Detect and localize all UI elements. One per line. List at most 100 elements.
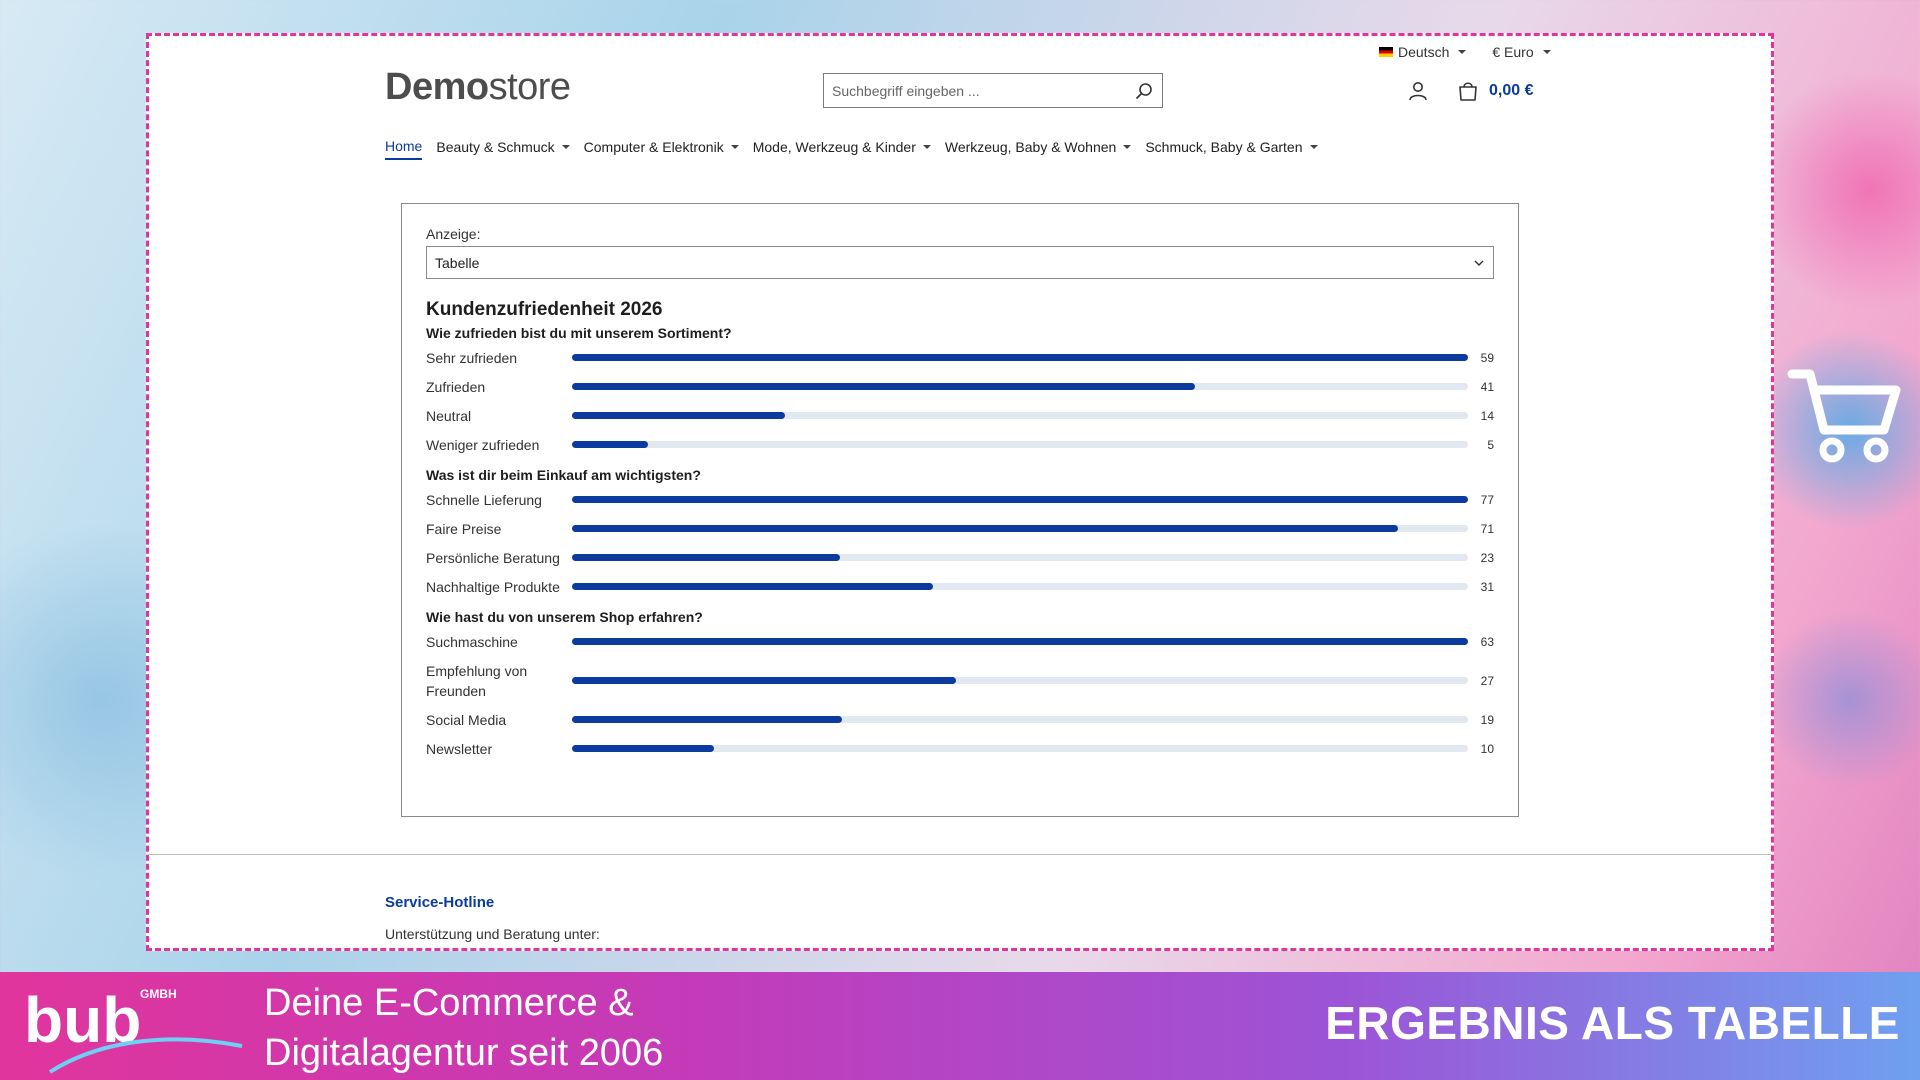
- answer-bar-fill: [572, 383, 1195, 390]
- service-hotline-title: Service-Hotline: [385, 894, 495, 911]
- display-mode-select[interactable]: Tabelle: [426, 246, 1494, 279]
- search-icon[interactable]: [1134, 81, 1154, 101]
- answer-count: 10: [1480, 741, 1494, 756]
- answer-bar-track: [572, 383, 1468, 390]
- german-flag-icon: [1379, 47, 1393, 57]
- nav-item-label: Beauty & Schmuck: [436, 139, 555, 155]
- nav-item[interactable]: Schmuck, Baby & Garten: [1145, 138, 1318, 160]
- answer-bar-track: [572, 716, 1468, 723]
- answer-bar-track: [572, 554, 1468, 561]
- cart-total[interactable]: 0,00 €: [1489, 82, 1533, 100]
- answer-row: Suchmaschine 63: [426, 627, 1494, 656]
- answer-count: 23: [1480, 550, 1494, 565]
- answer-bar-track: [572, 354, 1468, 361]
- answer-label: Nachhaltige Produkte: [426, 578, 560, 595]
- nav-item-label: Schmuck, Baby & Garten: [1145, 139, 1303, 155]
- language-label: Deutsch: [1398, 44, 1450, 60]
- shop-logo[interactable]: Demostore: [385, 66, 571, 109]
- answer-label: Sehr zufrieden: [426, 349, 518, 366]
- answer-row: Nachhaltige Produkte 31: [426, 572, 1494, 601]
- answer-count: 31: [1480, 579, 1494, 594]
- answer-label: Zufrieden: [426, 378, 486, 395]
- poll-results-card: Anzeige: Tabelle Kundenzufriedenheit 202…: [401, 203, 1519, 817]
- answer-row: Empfehlung von Freunden 27: [426, 656, 1494, 705]
- chevron-down-icon: [1474, 260, 1484, 266]
- nav-item-label: Home: [385, 138, 423, 154]
- answer-bar-track: [572, 412, 1468, 419]
- answer-count: 59: [1480, 350, 1494, 365]
- caret-down-icon: [730, 145, 739, 149]
- answer-bar-fill: [572, 496, 1468, 503]
- display-mode-label: Anzeige:: [426, 226, 481, 242]
- shopping-bag-icon[interactable]: [1457, 80, 1479, 102]
- answer-bar-track: [572, 496, 1468, 503]
- shop-window: Deutsch € Euro Demostore 0,00 € Home Beau…: [146, 33, 1774, 951]
- poll-questions: Wie zufrieden bist du mit unserem Sortim…: [426, 323, 1494, 763]
- answer-bar-fill: [572, 745, 715, 752]
- nav-item[interactable]: Werkzeug, Baby & Wohnen: [944, 138, 1132, 160]
- answer-label: Persönliche Beratung: [426, 549, 560, 566]
- poll-title: Kundenzufriedenheit 2026: [426, 299, 663, 320]
- answer-label: Newsletter: [426, 740, 493, 757]
- answer-bar-fill: [572, 716, 843, 723]
- result-label: ERGEBNIS ALS TABELLE: [1325, 997, 1900, 1049]
- caret-down-icon: [922, 145, 931, 149]
- answer-bar-fill: [572, 412, 785, 419]
- top-bar: Deutsch € Euro: [1379, 44, 1551, 60]
- brand-logo-suffix: GMBH: [140, 987, 177, 1001]
- question-title: Was ist dir beim Einkauf am wichtigsten?: [426, 467, 701, 483]
- nav-item[interactable]: Beauty & Schmuck: [436, 138, 570, 160]
- answer-bar-track: [572, 525, 1468, 532]
- account-icon[interactable]: [1407, 80, 1429, 102]
- logo-bold-text: Demo: [385, 66, 489, 108]
- language-switcher[interactable]: Deutsch: [1379, 44, 1467, 60]
- nav-item-label: Computer & Elektronik: [583, 139, 724, 155]
- nav-item[interactable]: Home: [385, 138, 423, 160]
- answer-row: Sehr zufrieden 59: [426, 343, 1494, 372]
- search-input[interactable]: [832, 82, 1134, 99]
- background-blob: [1760, 60, 1920, 320]
- answer-count: 14: [1480, 408, 1494, 423]
- footer-divider: [149, 854, 1771, 855]
- support-text: Unterstützung und Beratung unter:: [385, 926, 600, 942]
- header-actions: 0,00 €: [1407, 80, 1533, 102]
- answer-row: Newsletter 10: [426, 734, 1494, 763]
- answer-label: Schnelle Lieferung: [426, 491, 542, 508]
- answer-label: Social Media: [426, 711, 507, 728]
- shopping-cart-illustration-icon: [1787, 369, 1901, 463]
- logo-light-text: store: [488, 66, 571, 108]
- answer-count: 5: [1487, 437, 1494, 452]
- answer-row: Neutral 14: [426, 401, 1494, 430]
- caret-down-icon: [1458, 50, 1467, 54]
- answer-bar-fill: [572, 677, 956, 684]
- answer-row: Faire Preise 71: [426, 514, 1494, 543]
- answer-count: 63: [1480, 634, 1494, 649]
- main-navigation: Home Beauty & Schmuck Computer & Elektroni…: [385, 138, 1318, 160]
- answer-bar-track: [572, 583, 1468, 590]
- tagline-line-1: Deine E-Commerce &: [264, 982, 634, 1024]
- answer-label: Faire Preise: [426, 520, 502, 537]
- answer-count: 77: [1480, 492, 1494, 507]
- currency-switcher[interactable]: € Euro: [1492, 44, 1551, 60]
- caret-down-icon: [561, 145, 570, 149]
- promo-banner: bub GMBH Deine E-Commerce & Digitalagent…: [0, 972, 1920, 1080]
- nav-item-label: Werkzeug, Baby & Wohnen: [944, 139, 1117, 155]
- nav-item[interactable]: Computer & Elektronik: [584, 138, 739, 160]
- answer-bar-fill: [572, 583, 933, 590]
- answer-count: 19: [1480, 712, 1494, 727]
- answer-bar-track: [572, 638, 1468, 645]
- answer-row: Schnelle Lieferung 77: [426, 485, 1494, 514]
- caret-down-icon: [1309, 145, 1318, 149]
- answer-bar-track: [572, 745, 1468, 752]
- search-box: [823, 73, 1163, 108]
- question-title: Wie zufrieden bist du mit unserem Sortim…: [426, 325, 732, 341]
- answer-label: Neutral: [426, 407, 472, 424]
- caret-down-icon: [1542, 50, 1551, 54]
- background-blob: [1770, 600, 1920, 800]
- caret-down-icon: [1123, 145, 1132, 149]
- answer-bar-track: [572, 677, 1468, 684]
- answer-row: Social Media 19: [426, 705, 1494, 734]
- answer-label: Weniger zufrieden: [426, 436, 540, 453]
- nav-item[interactable]: Mode, Werkzeug & Kinder: [753, 138, 931, 160]
- answer-row: Persönliche Beratung 23: [426, 543, 1494, 572]
